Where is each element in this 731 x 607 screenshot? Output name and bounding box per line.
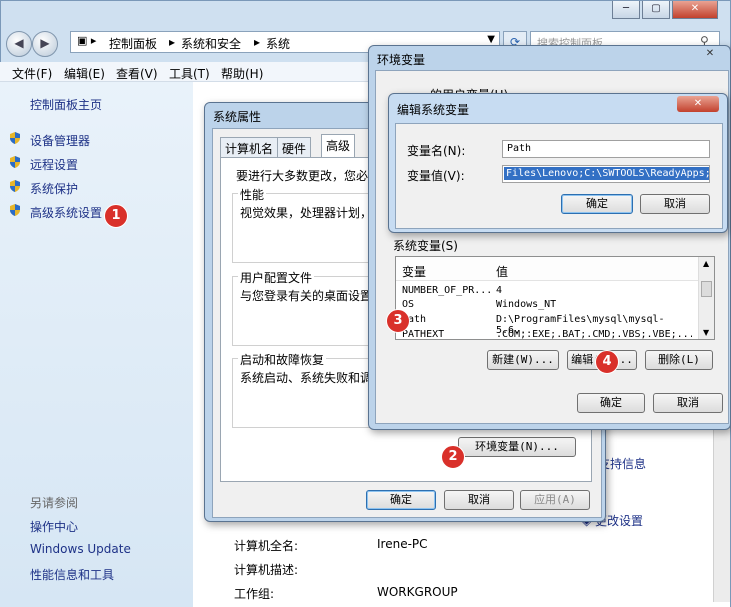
performance-group-title: 性能: [238, 186, 267, 203]
user-profiles-group-title: 用户配置文件: [238, 269, 315, 286]
see-also-windows-update[interactable]: Windows Update: [30, 542, 131, 556]
table-scrollbar[interactable]: ▲ ▼: [698, 257, 714, 339]
row-name: OS: [402, 299, 415, 310]
computer-icon: ▣ ▸: [77, 34, 97, 47]
step-badge-2: 2: [441, 445, 465, 469]
minimize-button[interactable]: ─: [612, 1, 640, 19]
info-label-fullname: 计算机全名:: [234, 539, 299, 553]
row-value: .COM;.EXE;.BAT;.CMD;.VBS;.VBE;...: [496, 329, 692, 339]
sysprops-cancel-button[interactable]: 取消: [444, 490, 514, 510]
sidebar: 控制面板主页 设备管理器 远程设置 系统保护 高级系统设置 另请参阅 操作中心 …: [0, 82, 193, 607]
environment-variables-button[interactable]: 环境变量(N)...: [458, 437, 576, 457]
table-row-path[interactable]: Path D:\ProgramFiles\mysql\mysql-5.6...: [402, 314, 692, 336]
row-value: Windows_NT: [496, 299, 557, 310]
chevron-down-icon[interactable]: ▼: [487, 34, 495, 45]
row-name: NUMBER_OF_PR...: [402, 285, 493, 296]
sysprops-apply-button[interactable]: 应用(A): [520, 490, 590, 510]
envvars-cancel-button[interactable]: 取消: [653, 393, 723, 413]
envvars-ok-button[interactable]: 确定: [577, 393, 645, 413]
menu-tools[interactable]: 工具(T): [169, 65, 210, 82]
variable-value-input[interactable]: Files\Lenovo;C:\SWTOOLS\ReadyApps;: [502, 165, 710, 183]
info-label-workgroup: 工作组:: [234, 587, 275, 601]
editvar-ok-button[interactable]: 确定: [561, 194, 633, 214]
tab-hardware[interactable]: 硬件: [277, 137, 312, 157]
breadcrumb-system[interactable]: 系统: [266, 35, 290, 52]
sidebar-item-advanced-settings[interactable]: 高级系统设置: [30, 204, 102, 221]
envvars-close-icon[interactable]: ✕: [698, 48, 722, 62]
tab-computer-name[interactable]: 计算机名: [220, 137, 279, 157]
system-vars-table: 变量 值 NUMBER_OF_PR... 4 OS Windows_NT Pat…: [395, 256, 715, 340]
step-badge-3: 3: [386, 309, 410, 333]
close-button[interactable]: ✕: [672, 1, 718, 19]
maximize-button[interactable]: ▢: [642, 1, 670, 19]
tab-advanced[interactable]: 高级: [321, 134, 356, 158]
see-also-heading: 另请参阅: [30, 496, 79, 510]
table-row[interactable]: NUMBER_OF_PR... 4: [402, 285, 692, 296]
scroll-up-icon[interactable]: ▲: [703, 259, 709, 268]
sidebar-home-link[interactable]: 控制面板主页: [30, 96, 102, 113]
back-button[interactable]: ◀: [6, 31, 32, 57]
breadcrumb-system-security[interactable]: 系统和安全: [181, 35, 241, 52]
advanced-intro-text: 要进行大多数更改，您必须: [236, 169, 381, 183]
editvar-cancel-button[interactable]: 取消: [640, 194, 710, 214]
variable-name-input[interactable]: Path: [502, 140, 710, 158]
step-badge-1: 1: [104, 204, 128, 228]
breadcrumb-control-panel[interactable]: 控制面板: [109, 35, 157, 52]
menu-edit[interactable]: 编辑(E): [64, 65, 105, 82]
see-also-performance[interactable]: 性能信息和工具: [30, 566, 114, 583]
row-name: PATHEXT: [402, 329, 445, 339]
delete-variable-button[interactable]: 删除(L): [645, 350, 713, 370]
forward-button[interactable]: ▶: [32, 31, 58, 57]
table-header: 变量 值: [396, 257, 699, 281]
info-label-description: 计算机描述:: [234, 563, 299, 577]
see-also-action-center[interactable]: 操作中心: [30, 518, 78, 535]
sidebar-item-remote-settings[interactable]: 远程设置: [30, 156, 78, 173]
info-value-workgroup: WORKGROUP: [377, 585, 458, 599]
shield-icon: [8, 155, 22, 169]
shield-icon: [8, 203, 22, 217]
table-row[interactable]: PATHEXT .COM;.EXE;.BAT;.CMD;.VBS;.VBE;..…: [402, 329, 692, 339]
sidebar-item-system-protection[interactable]: 系统保护: [30, 180, 78, 197]
scroll-down-icon[interactable]: ▼: [703, 328, 709, 337]
row-value: 4: [496, 285, 503, 296]
shield-icon: [8, 179, 22, 193]
editvar-close-button[interactable]: ✕: [677, 96, 719, 112]
system-properties-title: 系统属性: [213, 110, 262, 124]
editvar-title: 编辑系统变量: [397, 103, 470, 117]
envvars-title: 环境变量: [377, 53, 426, 67]
shield-icon: [8, 131, 22, 145]
column-header-value[interactable]: 值: [496, 263, 508, 280]
startup-recovery-group-title: 启动和故障恢复: [238, 351, 327, 368]
user-profiles-desc: 与您登录有关的桌面设置: [240, 289, 373, 303]
variable-value-label: 变量值(V):: [407, 169, 465, 183]
menu-view[interactable]: 查看(V): [116, 65, 158, 82]
startup-recovery-desc: 系统启动、系统失败和调: [240, 371, 373, 385]
step-badge-4: 4: [595, 350, 619, 374]
table-row[interactable]: OS Windows_NT: [402, 299, 692, 310]
new-variable-button[interactable]: 新建(W)...: [487, 350, 559, 370]
system-vars-label: 系统变量(S): [393, 239, 458, 253]
variable-name-label: 变量名(N):: [407, 144, 466, 158]
column-header-variable[interactable]: 变量: [402, 263, 426, 280]
sysprops-ok-button[interactable]: 确定: [366, 490, 436, 510]
menu-file[interactable]: 文件(F): [12, 65, 52, 82]
performance-desc: 视觉效果，处理器计划，: [240, 206, 373, 220]
info-value-fullname: Irene-PC: [377, 537, 428, 551]
sidebar-item-device-manager[interactable]: 设备管理器: [30, 132, 90, 149]
window-controls: ─ ▢ ✕: [612, 1, 718, 19]
selected-text: Files\Lenovo;C:\SWTOOLS\ReadyApps;: [504, 167, 709, 180]
menu-help[interactable]: 帮助(H): [221, 65, 263, 82]
scrollbar-thumb[interactable]: [701, 281, 712, 297]
